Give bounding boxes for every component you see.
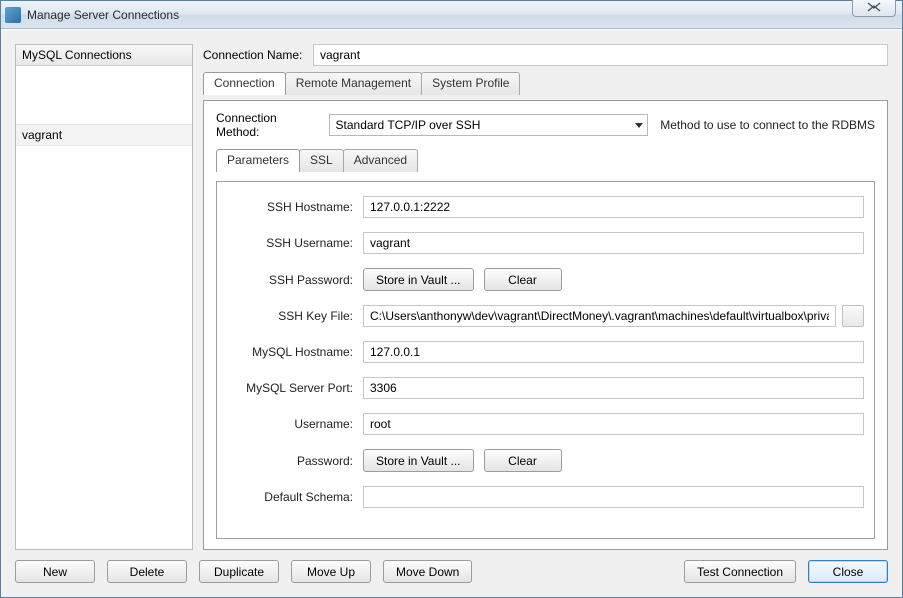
- ssh-keyfile-label: SSH Key File:: [227, 309, 355, 323]
- password-store-button[interactable]: Store in Vault ...: [363, 449, 474, 472]
- password-buttons: Store in Vault ... Clear: [363, 449, 864, 472]
- connection-method-row: Connection Method: Standard TCP/IP over …: [216, 111, 875, 139]
- ssh-keyfile-browse-button[interactable]: [842, 305, 864, 327]
- password-clear-button[interactable]: Clear: [484, 449, 562, 472]
- ssh-password-buttons: Store in Vault ... Clear: [363, 268, 864, 291]
- test-connection-button[interactable]: Test Connection: [684, 560, 796, 583]
- connections-list[interactable]: vagrant: [16, 66, 192, 549]
- mysql-port-label: MySQL Server Port:: [227, 381, 355, 395]
- window-title: Manage Server Connections: [27, 8, 179, 22]
- ssh-password-clear-button[interactable]: Clear: [484, 268, 562, 291]
- client-area: MySQL Connections vagrant Connection Nam…: [1, 29, 902, 597]
- delete-button[interactable]: Delete: [107, 560, 187, 583]
- connections-blank-area: [16, 66, 192, 124]
- connection-method-value: Standard TCP/IP over SSH: [336, 118, 481, 132]
- username-label: Username:: [227, 417, 355, 431]
- default-schema-label: Default Schema:: [227, 490, 355, 504]
- main-row: MySQL Connections vagrant Connection Nam…: [15, 44, 888, 550]
- connection-name-row: Connection Name:: [203, 44, 888, 66]
- default-schema-input[interactable]: [363, 486, 864, 508]
- tab-advanced[interactable]: Advanced: [343, 149, 418, 172]
- mysql-port-input[interactable]: [363, 377, 864, 399]
- mysql-hostname-label: MySQL Hostname:: [227, 345, 355, 359]
- tab-parameters[interactable]: Parameters: [216, 149, 300, 172]
- app-icon: [5, 7, 21, 23]
- details-panel: Connection Name: Connection Remote Manag…: [203, 44, 888, 550]
- mysql-hostname-input[interactable]: [363, 341, 864, 363]
- ssh-password-label: SSH Password:: [227, 273, 355, 287]
- ssh-hostname-input[interactable]: [363, 196, 864, 218]
- window-close-button[interactable]: [852, 0, 896, 17]
- connection-name-input[interactable]: [313, 44, 888, 66]
- move-down-button[interactable]: Move Down: [383, 560, 472, 583]
- tab-ssl[interactable]: SSL: [299, 149, 344, 172]
- ssh-username-label: SSH Username:: [227, 236, 355, 250]
- connection-item-vagrant[interactable]: vagrant: [16, 124, 192, 146]
- move-up-button[interactable]: Move Up: [291, 560, 371, 583]
- connection-method-hint: Method to use to connect to the RDBMS: [660, 118, 875, 132]
- manage-connections-window: Manage Server Connections MySQL Connecti…: [0, 0, 903, 598]
- param-tabs: Parameters SSL Advanced: [216, 149, 875, 172]
- tab-connection-body: Connection Method: Standard TCP/IP over …: [203, 100, 888, 550]
- ssh-hostname-label: SSH Hostname:: [227, 200, 355, 214]
- titlebar: Manage Server Connections: [1, 1, 902, 29]
- ssh-keyfile-input[interactable]: [363, 305, 836, 327]
- ssh-password-store-button[interactable]: Store in Vault ...: [363, 268, 474, 291]
- connection-method-label: Connection Method:: [216, 111, 323, 139]
- chevron-down-icon: [635, 123, 643, 128]
- ssh-keyfile-row: [363, 305, 864, 327]
- connection-method-select[interactable]: Standard TCP/IP over SSH: [329, 114, 649, 136]
- close-icon: [865, 2, 883, 12]
- password-label: Password:: [227, 454, 355, 468]
- new-button[interactable]: New: [15, 560, 95, 583]
- duplicate-button[interactable]: Duplicate: [199, 560, 279, 583]
- connections-panel: MySQL Connections vagrant: [15, 44, 193, 550]
- parameters-form: SSH Hostname: SSH Username: SSH Password…: [227, 196, 864, 508]
- main-tabs: Connection Remote Management System Prof…: [203, 72, 888, 95]
- tab-remote-management[interactable]: Remote Management: [285, 72, 422, 95]
- tab-system-profile[interactable]: System Profile: [421, 72, 520, 95]
- parameters-body: SSH Hostname: SSH Username: SSH Password…: [216, 181, 875, 539]
- tab-connection[interactable]: Connection: [203, 72, 286, 95]
- ssh-username-input[interactable]: [363, 232, 864, 254]
- connection-name-label: Connection Name:: [203, 48, 305, 62]
- username-input[interactable]: [363, 413, 864, 435]
- close-button[interactable]: Close: [808, 560, 888, 583]
- connections-header: MySQL Connections: [16, 45, 192, 66]
- bottom-toolbar: New Delete Duplicate Move Up Move Down T…: [15, 558, 888, 583]
